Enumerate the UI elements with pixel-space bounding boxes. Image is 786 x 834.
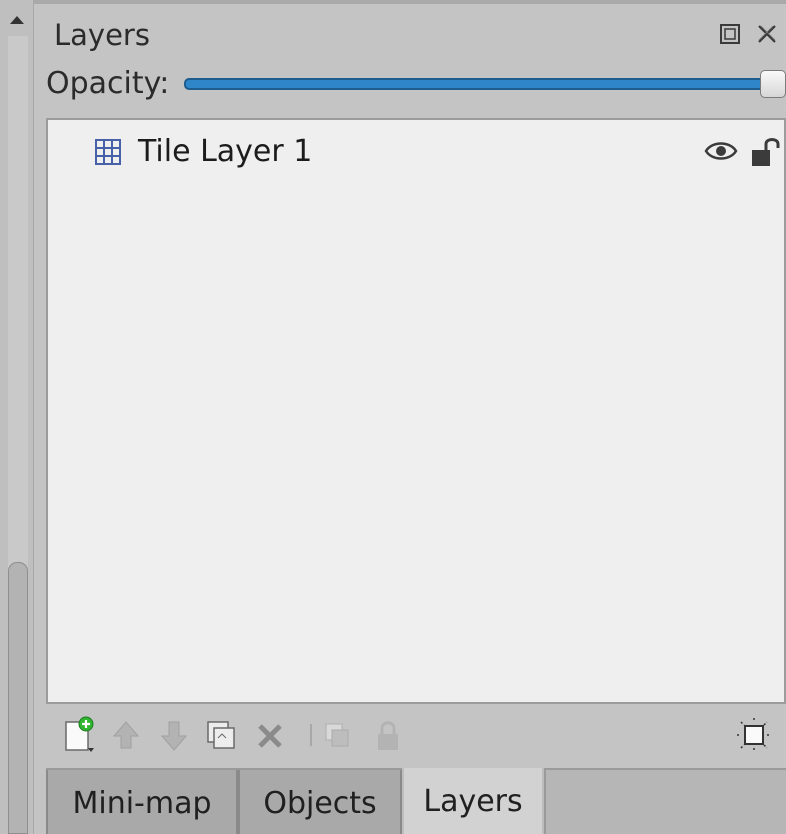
layers-toolbar: [46, 710, 786, 762]
opacity-row: Opacity:: [46, 64, 786, 108]
float-icon[interactable]: [718, 22, 742, 46]
scrollbar-thumb[interactable]: [8, 562, 28, 834]
arrow-up-icon[interactable]: [108, 716, 144, 754]
opacity-label: Opacity:: [46, 66, 170, 101]
highlight-layer-icon[interactable]: [736, 716, 772, 754]
opacity-slider-handle[interactable]: [760, 70, 786, 98]
dock-tab-bar: Mini-map Objects Layers: [46, 768, 786, 834]
layer-row[interactable]: Tile Layer 1: [48, 128, 786, 176]
arrow-down-icon[interactable]: [156, 716, 192, 754]
add-layer-icon[interactable]: [62, 716, 98, 754]
scroll-up-arrow-icon[interactable]: [8, 10, 26, 32]
tab-bar-filler: [544, 770, 786, 834]
eye-icon[interactable]: [704, 138, 738, 164]
layer-name[interactable]: Tile Layer 1: [138, 134, 312, 169]
tab-mini-map[interactable]: Mini-map: [46, 770, 238, 834]
merge-down-icon[interactable]: [320, 716, 356, 754]
duplicate-layer-icon[interactable]: [204, 716, 240, 754]
tile-layer-icon: [95, 139, 121, 165]
lock-icon[interactable]: [370, 716, 406, 754]
tab-objects[interactable]: Objects: [238, 770, 402, 834]
close-icon[interactable]: [755, 22, 779, 46]
tab-layers[interactable]: Layers: [402, 768, 544, 834]
opacity-slider-groove[interactable]: [184, 78, 786, 90]
dock-title: Layers: [54, 18, 150, 52]
unlock-icon[interactable]: [750, 136, 784, 168]
delete-icon[interactable]: [252, 716, 288, 754]
layers-dock: Layers Opacity: Tile Layer 1 Mini-map Ob…: [34, 0, 786, 834]
toolbar-separator: [310, 724, 312, 746]
layers-list[interactable]: Tile Layer 1: [46, 118, 786, 704]
vertical-scrollbar[interactable]: [0, 0, 34, 834]
